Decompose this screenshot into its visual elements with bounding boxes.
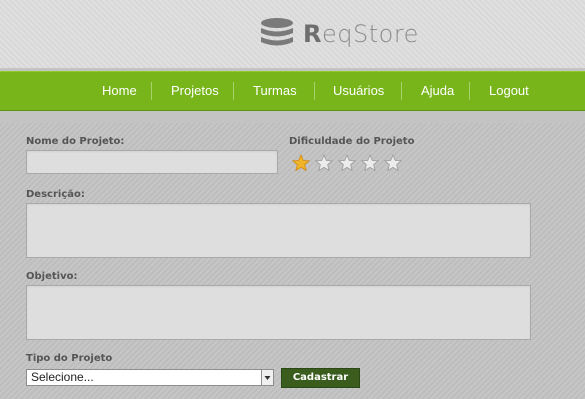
descricao-label: Descrição: [26,189,85,200]
nav-logout[interactable]: Logout [489,72,529,110]
nav-ajuda[interactable]: Ajuda [421,72,454,110]
nav-turmas[interactable]: Turmas [253,72,297,110]
nav-projetos[interactable]: Projetos [171,72,219,110]
star-empty-icon[interactable] [337,153,357,173]
nav-separator [469,82,470,100]
nav-usuarios[interactable]: Usuários [333,72,384,110]
objetivo-label: Objetivo: [26,271,78,282]
nav-separator [314,82,315,100]
logo[interactable]: ReqStore [258,14,419,54]
star-empty-icon[interactable] [314,153,334,173]
database-icon [261,18,293,46]
star-empty-icon[interactable] [383,153,403,173]
objetivo-textarea[interactable] [26,285,531,340]
nav-separator [401,82,402,100]
header: ReqStore [0,0,585,68]
tipo-label: Tipo do Projeto [26,353,113,364]
dificuldade-rating [291,153,406,173]
tipo-select[interactable]: Selecione... [26,369,274,386]
main-nav: Home Projetos Turmas Usuários Ajuda Logo… [0,71,585,111]
nav-separator [151,82,152,100]
chevron-down-icon[interactable] [261,370,273,385]
logo-text: ReqStore [303,20,419,48]
nav-separator [233,82,234,100]
tipo-selected-value: Selecione... [31,370,94,384]
star-empty-icon[interactable] [360,153,380,173]
nome-label: Nome do Projeto: [26,136,125,147]
star-filled-icon[interactable] [291,153,311,173]
descricao-textarea[interactable] [26,203,531,258]
cadastrar-button[interactable]: Cadastrar [281,368,360,388]
dificuldade-label: Dificuldade do Projeto [289,136,415,147]
nav-home[interactable]: Home [102,72,137,110]
nome-input[interactable] [26,150,278,174]
